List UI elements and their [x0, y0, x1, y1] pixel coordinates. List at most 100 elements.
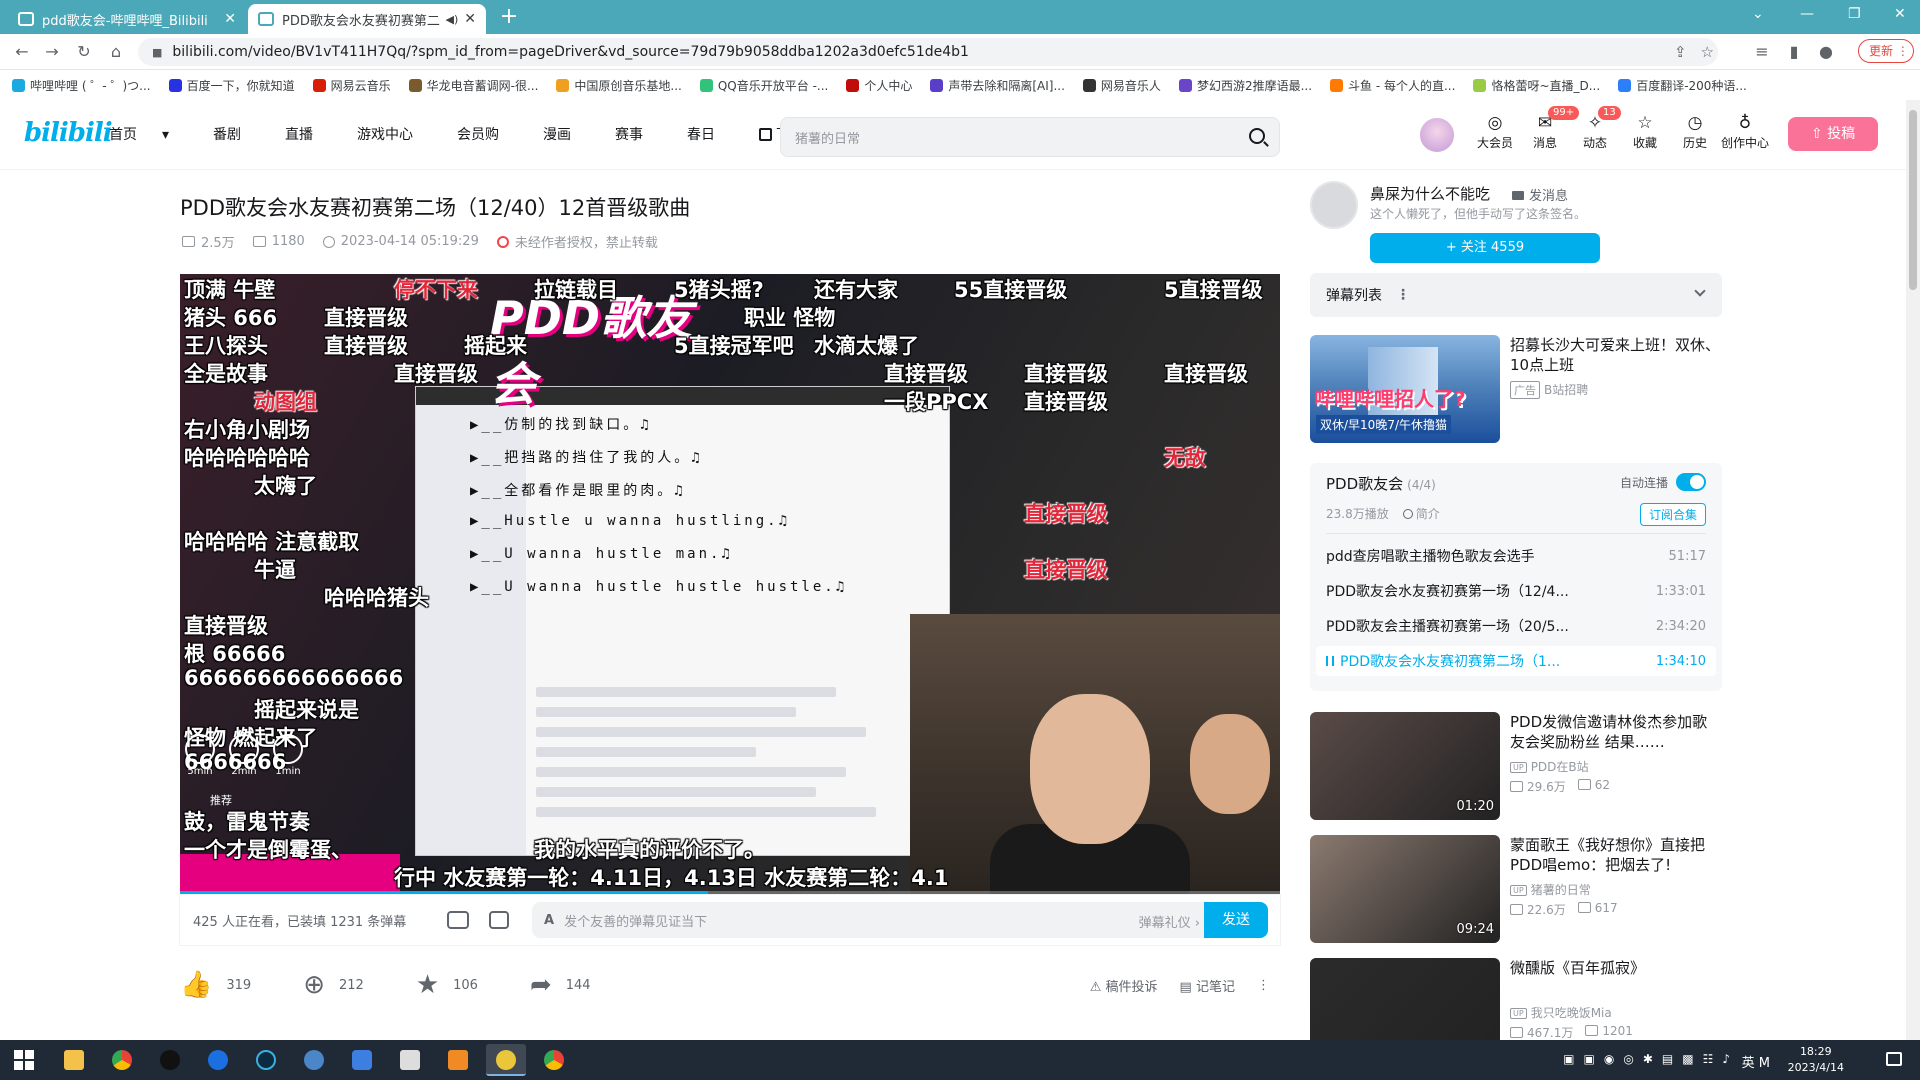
- report-button[interactable]: ⚠ 稿件投诉: [1090, 976, 1158, 995]
- like-button[interactable]: 👍 319: [180, 970, 251, 1000]
- header-history-button[interactable]: ◷ 历史: [1670, 112, 1720, 151]
- nav-item[interactable]: 赛事: [615, 124, 665, 144]
- address-bar[interactable]: ■ bilibili.com/video/BV1vT411H7Qq/?spm_i…: [138, 38, 1718, 66]
- recommended-video[interactable]: 01:20 PDD发微信邀请林俊杰参加歌友会奖励粉丝 结果…… PDD在B站 29.6…: [1310, 712, 1722, 820]
- game-app-icon[interactable]: [390, 1044, 430, 1076]
- notes-button[interactable]: ▤ 记笔记: [1180, 976, 1235, 995]
- tray-app-icon[interactable]: ▤: [1662, 1052, 1673, 1066]
- nav-item[interactable]: 番剧: [213, 124, 263, 144]
- tray-app-icon[interactable]: ◎: [1623, 1052, 1633, 1066]
- upload-button[interactable]: ⇧ 投稿: [1788, 117, 1878, 151]
- close-tab-icon[interactable]: ✕: [464, 11, 476, 27]
- more-icon[interactable]: ⋮: [1257, 978, 1270, 993]
- chevron-down-icon[interactable]: ⌄: [1752, 6, 1764, 22]
- bookmark-item[interactable]: 哔哩哔哩 ( ゜- ゜)つ...: [12, 77, 151, 94]
- bird-app-icon[interactable]: [342, 1044, 382, 1076]
- ime-indicator[interactable]: 英 M: [1742, 1052, 1770, 1071]
- danmaku-etiquette-link[interactable]: 弹幕礼仪 ›: [1139, 912, 1200, 931]
- update-button[interactable]: 更新 ⋮: [1858, 39, 1914, 63]
- send-message-link[interactable]: 发消息: [1512, 185, 1568, 204]
- video-title[interactable]: PDD发微信邀请林俊杰参加歌友会奖励粉丝 结果……: [1510, 712, 1720, 752]
- header-dynamic-button[interactable]: ✧ 动态 13: [1570, 106, 1621, 151]
- share-icon[interactable]: ⇪: [1674, 43, 1687, 61]
- danmaku-style-icon[interactable]: A: [544, 913, 554, 928]
- cloud-app-icon[interactable]: [294, 1044, 334, 1076]
- bookmark-item[interactable]: 网易音乐人: [1082, 77, 1161, 94]
- nav-item[interactable]: 春日: [687, 124, 737, 144]
- bookmark-item[interactable]: 斗鱼 - 每个人的直...: [1330, 77, 1455, 94]
- collection-title[interactable]: PDD歌友会 (4/4): [1326, 473, 1436, 494]
- nav-item[interactable]: 游戏中心: [357, 124, 435, 144]
- toggle-switch[interactable]: [1676, 473, 1706, 491]
- forward-icon[interactable]: →: [40, 40, 64, 64]
- bilibili-logo[interactable]: bilibili: [24, 118, 113, 148]
- collection-episode[interactable]: PDD歌友会水友赛初赛第一场（12/4... 1:33:01: [1316, 576, 1716, 606]
- kugou-icon[interactable]: [198, 1044, 238, 1076]
- uploader-name[interactable]: 猪薯的日常: [1510, 881, 1591, 898]
- ad-title[interactable]: 招募长沙大可爱来上班！双休、10点上班: [1510, 335, 1720, 375]
- qq-icon[interactable]: [150, 1044, 190, 1076]
- search-input[interactable]: 猪薯的日常: [780, 117, 1280, 157]
- video-player[interactable]: ▶__仿制的找到缺口。♫ ▶__把挡路的挡住了我的人。♫ ▶__全都看作是眼里的肉。…: [180, 274, 1280, 894]
- box-app-icon[interactable]: [438, 1044, 478, 1076]
- skip-back-button[interactable]: 2min: [229, 734, 259, 794]
- search-icon[interactable]: [1249, 128, 1265, 144]
- reload-icon[interactable]: ↻: [72, 40, 96, 64]
- ad-thumbnail[interactable]: 哔哩哔哩招人了? 双休/早10晚7/午休撸猫: [1310, 335, 1500, 443]
- nav-item[interactable]: 直播: [285, 124, 335, 144]
- skip-back-button[interactable]: 1min: [273, 734, 303, 794]
- minimize-icon[interactable]: —: [1800, 6, 1814, 22]
- chrome-icon[interactable]: [534, 1044, 574, 1076]
- restore-icon[interactable]: ❐: [1848, 6, 1861, 22]
- chrome-icon[interactable]: [102, 1044, 142, 1076]
- video-thumbnail[interactable]: 01:20: [1310, 712, 1500, 820]
- uploader-name[interactable]: 鼻屎为什么不能吃: [1370, 183, 1490, 204]
- bookmark-item[interactable]: 梦幻西游2推摩语最...: [1178, 77, 1312, 94]
- file-explorer-icon[interactable]: [54, 1044, 94, 1076]
- nav-item[interactable]: 漫画: [543, 124, 593, 144]
- bluetooth-icon[interactable]: ✱: [1643, 1052, 1653, 1066]
- bookmark-item[interactable]: 网易云音乐: [312, 77, 391, 94]
- tray-app-icon[interactable]: ▣: [1584, 1052, 1595, 1066]
- recommended-video[interactable]: 09:24 蒙面歌王《我好想你》直接把PDD唱emo：把烟去了! 猪薯的日常 22.6…: [1310, 835, 1722, 943]
- share-button[interactable]: ➦ 144: [530, 970, 591, 1000]
- video-title[interactable]: 微醺版《百年孤寂》: [1510, 958, 1720, 978]
- recommend-label[interactable]: 推荐: [210, 792, 232, 808]
- header-message-button[interactable]: ✉ 消息 99+: [1520, 106, 1580, 151]
- bookmark-item[interactable]: 百度一下，你就知道: [168, 77, 295, 94]
- sidebar-icon[interactable]: ▮: [1782, 40, 1806, 64]
- skip-back-button[interactable]: 5min: [185, 734, 215, 794]
- danmaku-toggle-icon[interactable]: [447, 911, 469, 929]
- header-star-button[interactable]: ☆ 收藏: [1620, 112, 1670, 151]
- collection-episode[interactable]: PDD歌友会水友赛初赛第二场（1... 1:34:10: [1316, 646, 1716, 676]
- profile-icon[interactable]: ●: [1814, 40, 1838, 64]
- bookmark-item[interactable]: 百度翻译-200种语...: [1618, 77, 1747, 94]
- collection-episode[interactable]: PDD歌友会主播赛初赛第一场（20/5... 2:34:20: [1316, 611, 1716, 641]
- follow-button[interactable]: + 关注 4559: [1370, 233, 1600, 263]
- tray-app-icon[interactable]: ▩: [1682, 1052, 1693, 1066]
- collection-episode[interactable]: pdd查房唱歌主播物色歌友会选手 51:17: [1316, 541, 1716, 571]
- video-thumbnail[interactable]: 09:24: [1310, 835, 1500, 943]
- speaker-icon[interactable]: ◀): [446, 13, 459, 26]
- reading-list-icon[interactable]: ≡: [1750, 40, 1774, 64]
- back-icon[interactable]: ←: [10, 40, 34, 64]
- uploader-avatar[interactable]: [1310, 181, 1358, 229]
- bookmark-item[interactable]: 华龙电音蓄调网-很...: [408, 77, 538, 94]
- media-app-icon[interactable]: [246, 1044, 286, 1076]
- coin-button[interactable]: ⊕ 212: [303, 970, 364, 1000]
- video-progress[interactable]: [180, 891, 1280, 894]
- header-vip-button[interactable]: ◎ 大会员: [1470, 112, 1520, 151]
- bookmark-item[interactable]: QQ音乐开放平台 -...: [699, 77, 828, 94]
- tray-app-icon[interactable]: ◉: [1604, 1052, 1614, 1066]
- subscribe-collection-button[interactable]: 订阅合集: [1639, 503, 1706, 526]
- windows-start-icon[interactable]: [14, 1050, 34, 1070]
- clock[interactable]: 18:29 2023/4/14: [1788, 1044, 1844, 1076]
- network-icon[interactable]: ☷: [1703, 1052, 1714, 1066]
- ad-card[interactable]: 哔哩哔哩招人了? 双休/早10晚7/午休撸猫 招募长沙大可爱来上班！双休、10点…: [1310, 335, 1722, 443]
- owl-app-icon[interactable]: [486, 1044, 526, 1076]
- danmaku-list-toggle[interactable]: 弹幕列表 ⋮: [1310, 273, 1722, 317]
- bookmark-item[interactable]: 声带去除和隔离[AI]...: [930, 77, 1065, 94]
- danmaku-settings-icon[interactable]: [489, 911, 509, 929]
- bookmark-star-icon[interactable]: ☆: [1701, 43, 1714, 61]
- video-title[interactable]: 蒙面歌王《我好想你》直接把PDD唱emo：把烟去了!: [1510, 835, 1720, 875]
